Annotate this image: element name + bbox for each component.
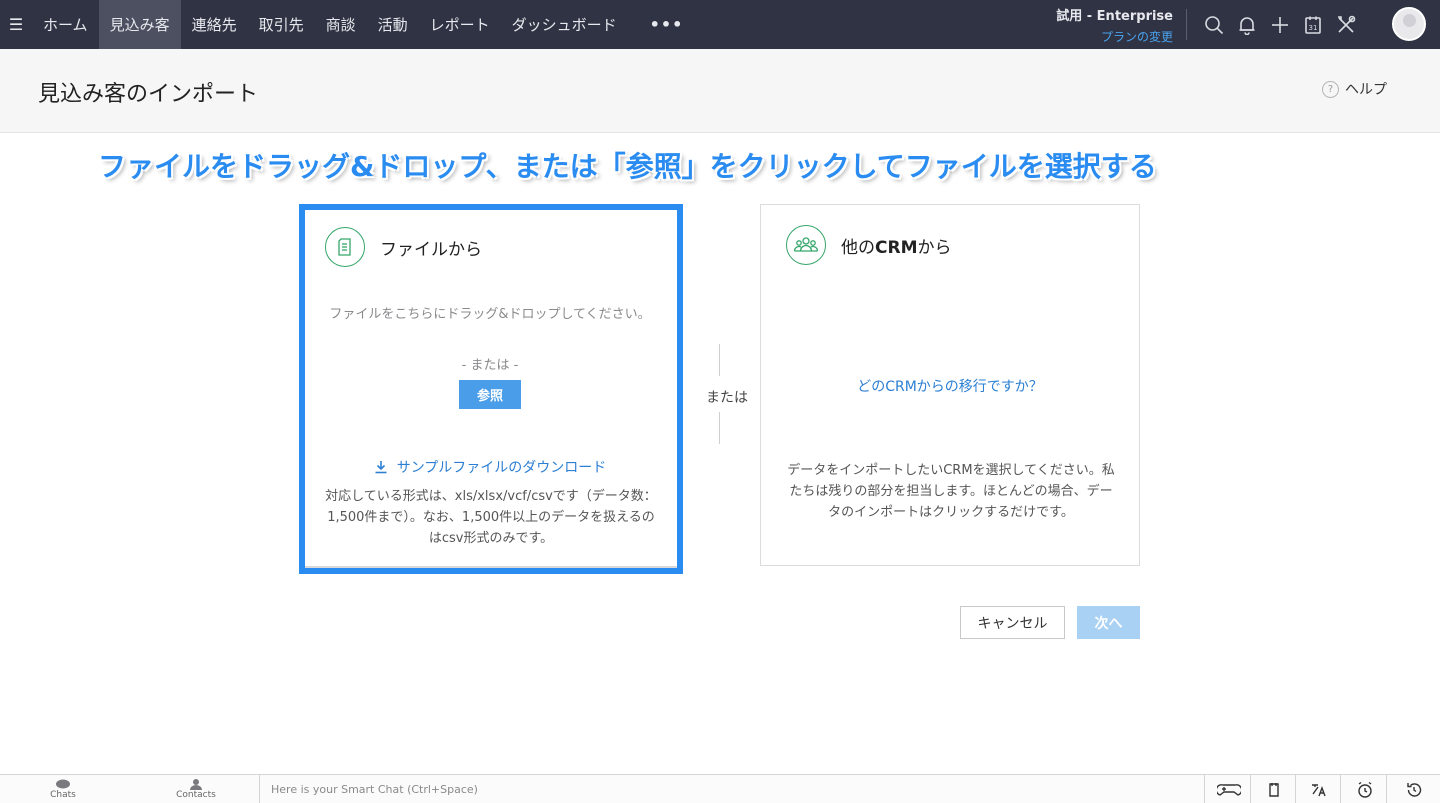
- top-navigation-bar: ☰ ホーム 見込み客 連絡先 取引先 商談 活動 レポート ダッシュボード ••…: [0, 0, 1440, 49]
- browse-button[interactable]: 参照: [459, 380, 521, 409]
- import-from-file-card[interactable]: ファイルから ファイルをこちらにドラッグ&ドロップしてください。 - または -…: [299, 204, 683, 574]
- crm-card-title: 他のCRMから: [841, 237, 952, 258]
- tab-activities[interactable]: 活動: [367, 0, 419, 49]
- sample-file-label: サンプルファイルのダウンロード: [396, 460, 607, 476]
- file-card-inner: ファイルから ファイルをこちらにドラッグ&ドロップしてください。 - または -…: [305, 210, 677, 568]
- help-link[interactable]: ? ヘルプ: [1322, 79, 1387, 99]
- crm-description: データをインポートしたいCRMを選択してください。私たちは残りの部分を担当します…: [787, 463, 1115, 520]
- hamburger-icon[interactable]: ☰: [0, 0, 32, 49]
- bottom-separator: [1386, 775, 1387, 803]
- translate-icon[interactable]: [1296, 775, 1341, 803]
- bottom-separator: [1340, 775, 1341, 803]
- bottom-separator: [259, 775, 260, 803]
- tab-home[interactable]: ホーム: [32, 0, 99, 49]
- calendar-icon[interactable]: 31: [1297, 0, 1329, 49]
- contacts-label: Contacts: [176, 790, 216, 800]
- more-tabs-button[interactable]: •••: [628, 0, 706, 49]
- search-icon[interactable]: [1198, 0, 1230, 49]
- page-title: 見込み客のインポート: [38, 82, 259, 107]
- plan-info: 試用 - Enterprise プランの変更: [1056, 5, 1173, 45]
- instruction-annotation: ファイルをドラッグ&ドロップ、または「参照」をクリックしてファイルを選択する: [98, 150, 1157, 183]
- supported-formats-text: 対応している形式は、xls/xlsx/vcf/csvです（データ数：1,500件…: [325, 489, 657, 546]
- gamepad-icon[interactable]: [1206, 775, 1251, 803]
- document-icon: [325, 227, 365, 267]
- or-divider-bottom: [719, 412, 720, 444]
- people-group-icon: [786, 225, 826, 265]
- tab-contacts[interactable]: 連絡先: [181, 0, 248, 49]
- chat-bubble-icon: [56, 779, 70, 789]
- help-icon: ?: [1322, 80, 1339, 98]
- contacts-button[interactable]: Contacts: [168, 775, 224, 803]
- file-card-header: ファイルから: [325, 227, 482, 267]
- tab-accounts[interactable]: 取引先: [248, 0, 315, 49]
- sample-file-download-link[interactable]: サンプルファイルのダウンロード: [325, 457, 655, 477]
- user-avatar[interactable]: [1392, 7, 1426, 41]
- top-icon-group: 31: [1198, 0, 1363, 49]
- next-button[interactable]: 次へ: [1077, 606, 1140, 639]
- bottom-separator: [1204, 775, 1205, 803]
- alarm-icon[interactable]: [1342, 775, 1387, 803]
- person-icon: [190, 779, 202, 790]
- tools-icon[interactable]: [1330, 0, 1362, 49]
- help-label: ヘルプ: [1345, 82, 1387, 98]
- svg-text:31: 31: [1309, 24, 1318, 32]
- chats-label: Chats: [50, 790, 76, 800]
- cancel-button[interactable]: キャンセル: [960, 606, 1065, 639]
- tab-deals[interactable]: 商談: [315, 0, 367, 49]
- smart-chat-input[interactable]: Here is your Smart Chat (Ctrl+Space): [271, 783, 478, 796]
- or-separator-text: - または -: [461, 358, 519, 373]
- tab-leads[interactable]: 見込み客: [98, 0, 181, 49]
- module-tabs: ホーム 見込み客 連絡先 取引先 商談 活動 レポート ダッシュボード •••: [32, 0, 705, 49]
- file-card-title: ファイルから: [380, 239, 482, 260]
- drop-zone-text: ファイルをこちらにドラッグ&ドロップしてください。: [329, 307, 651, 322]
- notes-icon[interactable]: [1251, 775, 1296, 803]
- which-crm-link[interactable]: どのCRMからの移行ですか？: [761, 376, 1139, 396]
- bell-icon[interactable]: [1231, 0, 1263, 49]
- download-icon: [375, 461, 387, 474]
- crm-card-header: 他のCRMから: [786, 225, 951, 265]
- bottom-bar: Chats Contacts Here is your Smart Chat (…: [0, 774, 1440, 803]
- page-header: 見込み客のインポート ? ヘルプ: [0, 49, 1440, 133]
- plan-title: 試用 - Enterprise: [1056, 9, 1173, 24]
- import-from-crm-card[interactable]: 他のCRMから どのCRMからの移行ですか？ データをインポートしたいCRMを選…: [760, 204, 1140, 566]
- or-divider-top: [719, 344, 720, 376]
- change-plan-link[interactable]: プランの変更: [1056, 28, 1173, 45]
- tab-reports[interactable]: レポート: [419, 0, 501, 49]
- plus-icon[interactable]: [1264, 0, 1296, 49]
- or-label: または: [706, 390, 748, 406]
- plan-divider: [1186, 9, 1187, 40]
- tab-dashboards[interactable]: ダッシュボード: [501, 0, 628, 49]
- chats-button[interactable]: Chats: [38, 775, 88, 803]
- history-icon[interactable]: [1391, 775, 1436, 803]
